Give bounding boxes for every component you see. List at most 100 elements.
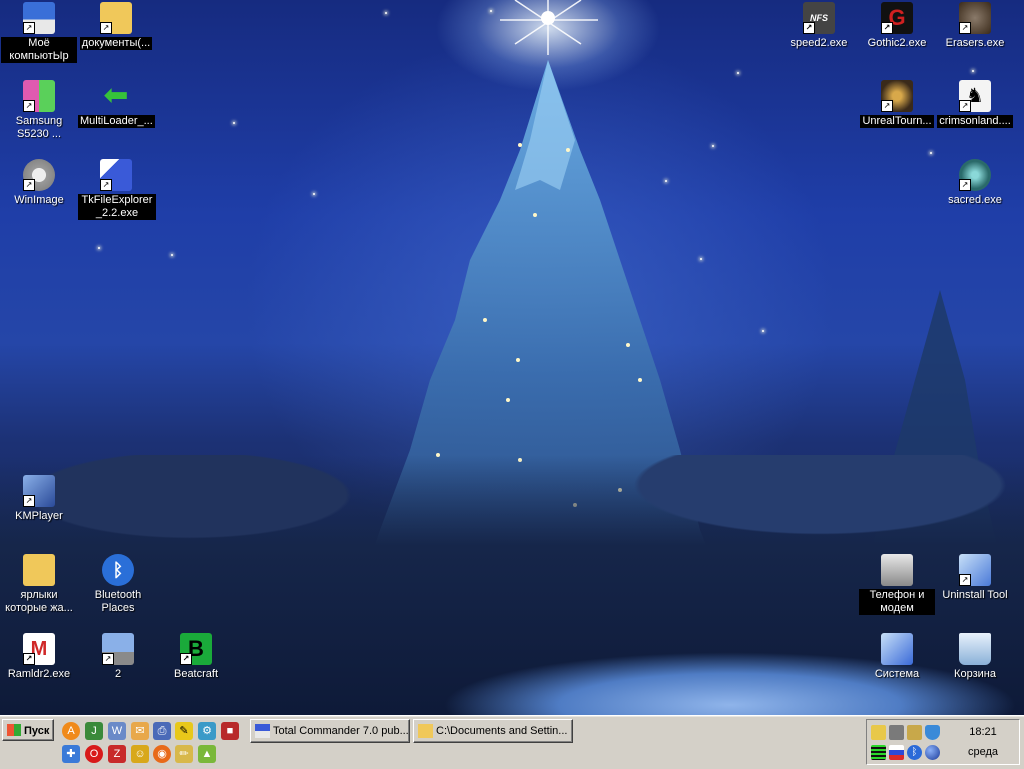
signal-icon[interactable] (871, 745, 886, 760)
puzzle-icon[interactable]: ✚ (62, 745, 80, 763)
stop-icon[interactable]: ■ (221, 722, 239, 740)
desktop-icon-recycle-bin[interactable]: Корзина (937, 633, 1013, 681)
globe-icon[interactable] (925, 745, 940, 760)
sacred-icon: ↗ (959, 159, 991, 191)
chat-icon[interactable]: ✉ (131, 722, 149, 740)
desktop-icon-tkfileexplorer[interactable]: ↗ TkFileExplorer_2.2.exe (78, 159, 156, 220)
desktop-icon-samsung[interactable]: ↗ Samsung S5230 ... (1, 80, 77, 141)
folder-icon (418, 724, 433, 738)
network-tool-icon[interactable]: ⚙ (198, 722, 216, 740)
winamp-icon[interactable]: W (108, 722, 126, 740)
start-label: Пуск (24, 725, 50, 737)
system-icon (881, 633, 913, 665)
windows-flag-icon (7, 724, 21, 736)
icon-label: Моё компьютЫр (1, 37, 77, 63)
icon-label: crimsonland.... (937, 115, 1013, 128)
total-commander-icon (255, 724, 270, 738)
printer-icon[interactable]: ⎙ (153, 722, 171, 740)
language-flag-icon[interactable] (889, 745, 904, 760)
people-icon[interactable]: ☺ (131, 745, 149, 763)
java-icon[interactable]: J (85, 722, 103, 740)
avast-icon[interactable]: A (62, 722, 80, 740)
pencil-icon[interactable]: ✏ (175, 745, 193, 763)
taskbar: Пуск A J W ✉ ⎙ ✎ ⚙ ■ ✚ O Z ☺ ◉ ✏ ▲ Total… (0, 715, 1024, 769)
desktop-icon-ramldr2[interactable]: M ↗ Ramldr2.exe (1, 633, 77, 681)
desktop-icon-phone-modem[interactable]: Телефон и модем (859, 554, 935, 615)
file-explorer-icon: ↗ (100, 159, 132, 191)
android-icon[interactable]: ▲ (198, 745, 216, 763)
desktop-icon-crimsonland[interactable]: ♞ ↗ crimsonland.... (937, 80, 1013, 128)
desktop-icon-speed2[interactable]: NFS ↗ speed2.exe (781, 2, 857, 50)
uninstall-icon: ↗ (959, 554, 991, 586)
icon-label: 2 (114, 668, 122, 680)
paint-icon[interactable]: ✎ (175, 722, 193, 740)
icon-label: UnrealTourn... (860, 115, 934, 128)
task-total-commander[interactable]: Total Commander 7.0 pub... (250, 719, 410, 743)
desktop-icon-network-2[interactable]: ↗ 2 (80, 633, 156, 681)
task-label: C:\Documents and Settin... (436, 725, 568, 737)
icon-label: Bluetooth Places (94, 589, 142, 614)
icon-label: Erasers.exe (945, 37, 1005, 49)
folder-icon (23, 554, 55, 586)
phone-icon (881, 554, 913, 586)
icon-label: Samsung S5230 ... (15, 115, 63, 140)
desktop-icon-sacred[interactable]: ↗ sacred.exe (937, 159, 1013, 207)
kmplayer-icon: ↗ (23, 475, 55, 507)
desktop-wallpaper[interactable]: ↗ Моё компьютЫр ↗ документы(... ↗ Samsun… (0, 0, 1024, 715)
icon-label: документы(... (79, 37, 153, 50)
desktop-icon-beatcraft[interactable]: B ↗ Beatcraft (158, 633, 234, 681)
icon-label: ярлыки которые жа... (5, 589, 73, 614)
icon-label: Корзина (954, 668, 996, 680)
icon-label: WinImage (14, 194, 64, 206)
erasers-icon: ↗ (959, 2, 991, 34)
green-arrow-icon: ⬅ (103, 79, 129, 112)
nfs-icon: NFS ↗ (803, 2, 835, 34)
icon-label: KMPlayer (15, 510, 63, 522)
icon-label: Ramldr2.exe (7, 668, 71, 680)
desktop-icon-unrealtourn[interactable]: ↗ UnrealTourn... (859, 80, 935, 128)
shield-icon[interactable] (925, 725, 940, 740)
firefox-icon[interactable]: ◉ (153, 745, 171, 763)
bluetooth-icon: ᛒ (102, 554, 134, 586)
bluetooth-tray-icon[interactable]: ᛒ (907, 745, 922, 760)
desktop-icon-gothic2[interactable]: G ↗ Gothic2.exe (859, 2, 935, 50)
beatcraft-icon: B ↗ (180, 633, 212, 665)
task-label: Total Commander 7.0 pub... (273, 725, 409, 737)
clock-time[interactable]: 18:21 (953, 726, 1013, 738)
icon-label: sacred.exe (948, 194, 1002, 206)
gothic-icon: G ↗ (881, 2, 913, 34)
desktop-icon-kmplayer[interactable]: ↗ KMPlayer (1, 475, 77, 523)
tray-monitor-icon[interactable] (907, 725, 922, 740)
icon-label: Beatcraft (173, 668, 219, 680)
icon-label: Uninstall Tool (942, 589, 1008, 601)
filezilla-icon[interactable]: Z (108, 745, 126, 763)
icon-label: speed2.exe (790, 37, 848, 49)
desktop-icon-multiloader[interactable]: ⬅ MultiLoader_... (78, 79, 155, 128)
desktop-icon-bluetooth-places[interactable]: ᛒ Bluetooth Places (80, 554, 156, 615)
desktop-icon-documents[interactable]: ↗ документы(... (78, 2, 154, 50)
motorola-icon: M ↗ (23, 633, 55, 665)
icon-label: Телефон и модем (859, 589, 935, 615)
desktop-icon-system[interactable]: Система (859, 633, 935, 681)
floppy-icon: ↗ (23, 2, 55, 34)
samsung-apps-icon: ↗ (23, 80, 55, 112)
icon-label: Gothic2.exe (867, 37, 927, 49)
network-computer-icon: ↗ (102, 633, 134, 665)
recycle-bin-icon (959, 633, 991, 665)
tray-app-icon[interactable] (871, 725, 886, 740)
task-documents-folder[interactable]: C:\Documents and Settin... (413, 719, 573, 743)
system-tray: ᛒ 18:21 среда (866, 719, 1020, 765)
desktop-icon-shortcuts-folder[interactable]: ярлыки которые жа... (1, 554, 77, 615)
unreal-icon: ↗ (881, 80, 913, 112)
disk-image-icon: ↗ (23, 159, 55, 191)
desktop-icon-my-computer[interactable]: ↗ Моё компьютЫр (1, 2, 77, 63)
desktop-icon-uninstall-tool[interactable]: ↗ Uninstall Tool (937, 554, 1013, 602)
crimsonland-icon: ♞ ↗ (959, 80, 991, 112)
opera-icon[interactable]: O (85, 745, 103, 763)
start-button[interactable]: Пуск (2, 719, 54, 741)
tray-network-icon[interactable] (889, 725, 904, 740)
desktop-icon-erasers[interactable]: ↗ Erasers.exe (937, 2, 1013, 50)
icon-label: Система (874, 668, 920, 680)
desktop-icon-winimage[interactable]: ↗ WinImage (1, 159, 77, 207)
folder-icon: ↗ (100, 2, 132, 34)
